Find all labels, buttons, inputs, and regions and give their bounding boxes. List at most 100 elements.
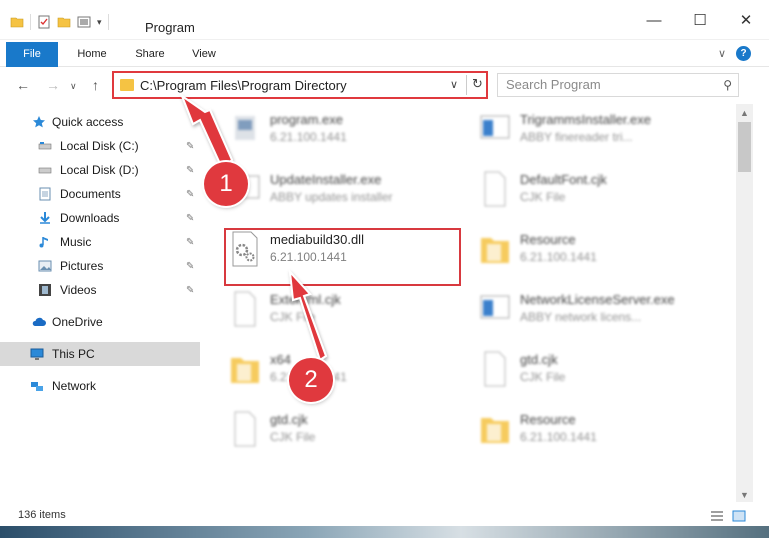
- file-description: 6.21.100.1441: [520, 430, 597, 444]
- sidebar-item-onedrive[interactable]: OneDrive: [0, 310, 200, 334]
- address-dropdown-icon[interactable]: ∨: [450, 78, 458, 91]
- up-arrow-icon[interactable]: ↑: [92, 77, 99, 93]
- highlight-box: [224, 228, 461, 286]
- sidebar-item-label: Local Disk (D:): [60, 163, 139, 177]
- music-icon: [39, 237, 48, 248]
- sidebar-item-label: Downloads: [60, 211, 120, 225]
- sidebar-item-label: Quick access: [52, 115, 124, 129]
- large-icons-view-icon[interactable]: [732, 510, 746, 522]
- pin-icon[interactable]: ✎: [186, 213, 194, 224]
- sidebar-item-label: Local Disk (C:): [60, 139, 139, 153]
- sidebar-item-downloads[interactable]: Downloads ✎: [0, 206, 200, 230]
- toolbar-divider: [107, 14, 109, 30]
- file-item[interactable]: gtd.cjk CJK File: [473, 346, 703, 396]
- sidebar-item-label: Network: [52, 379, 97, 393]
- file-name: gtd.cjk: [270, 412, 308, 427]
- sidebar-item-videos[interactable]: Videos ✎: [0, 278, 200, 302]
- new-folder-icon[interactable]: [57, 15, 71, 29]
- sidebar-item-pictures[interactable]: Pictures ✎: [0, 254, 200, 278]
- tab-view[interactable]: View: [185, 42, 223, 67]
- item-count: 136 items: [18, 509, 66, 521]
- pin-icon[interactable]: ✎: [186, 189, 194, 200]
- file-item[interactable]: NetworkLicenseServer.exe ABBY network li…: [473, 286, 703, 336]
- pin-icon[interactable]: ✎: [186, 261, 194, 272]
- details-view-icon[interactable]: [710, 510, 724, 522]
- customize-toolbar-icon[interactable]: [77, 15, 91, 29]
- folder-icon: [120, 79, 134, 91]
- file-item[interactable]: gtd.cjk CJK File: [223, 406, 453, 456]
- title-bar: ▾ Program — ☐ ✕: [0, 0, 769, 40]
- sidebar-item-network[interactable]: Network: [0, 374, 200, 398]
- sidebar-item-label: Pictures: [60, 259, 104, 273]
- scroll-down-icon[interactable]: ▼: [740, 490, 749, 500]
- window-title: Program: [145, 20, 195, 35]
- address-path[interactable]: C:\Program Files\Program Directory: [140, 78, 347, 93]
- scroll-up-icon[interactable]: ▲: [740, 108, 749, 118]
- file-description: 6.21.100.1441: [520, 250, 597, 264]
- tab-file[interactable]: File: [6, 42, 58, 67]
- file-description: ABBY network licens...: [520, 310, 642, 324]
- documents-icon: [39, 187, 51, 201]
- file-item[interactable]: UpdateInstaller.exe ABBY updates install…: [223, 166, 453, 216]
- file-item[interactable]: program.exe 6.21.100.1441: [223, 106, 453, 156]
- search-input[interactable]: [506, 77, 706, 92]
- file-item[interactable]: DefaultFont.cjk CJK File: [473, 166, 703, 216]
- search-icon[interactable]: ⚲: [723, 78, 732, 92]
- pin-icon[interactable]: ✎: [186, 141, 194, 152]
- step-badge-2: 2: [289, 358, 333, 402]
- file-name: x64: [270, 352, 291, 367]
- file-description: 6.21.100.1441: [270, 130, 347, 144]
- file-name: Resource: [520, 232, 576, 247]
- back-arrow-icon[interactable]: ←: [16, 77, 30, 93]
- sidebar-item-quick-access[interactable]: Quick access: [0, 110, 200, 134]
- pin-icon[interactable]: ✎: [186, 285, 194, 296]
- sidebar-item-documents[interactable]: Documents ✎: [0, 182, 200, 206]
- drive-icon: [38, 167, 52, 174]
- file-item[interactable]: Resource 6.21.100.1441: [473, 226, 703, 276]
- minimize-button[interactable]: —: [631, 6, 677, 34]
- folder-icon[interactable]: [10, 15, 24, 29]
- folder-icon: [231, 358, 259, 383]
- recent-locations-icon[interactable]: ∨: [70, 81, 77, 92]
- file-name: DefaultFont.cjk: [520, 172, 607, 187]
- scroll-thumb[interactable]: [738, 122, 751, 172]
- forward-arrow-icon[interactable]: →: [46, 77, 60, 93]
- search-box[interactable]: ⚲: [497, 73, 739, 97]
- pin-icon[interactable]: ✎: [186, 237, 194, 248]
- window-controls: — ☐ ✕: [631, 6, 769, 34]
- maximize-button[interactable]: ☐: [677, 6, 723, 34]
- cjk-file-icon: [484, 351, 506, 387]
- file-name: Externml.cjk: [270, 292, 341, 307]
- sidebar-item-local-disk-c[interactable]: Local Disk (C:) ✎: [0, 134, 200, 158]
- address-bar[interactable]: C:\Program Files\Program Directory ∨ ↻: [112, 71, 488, 99]
- ribbon-right-controls: ∨ ?: [718, 46, 751, 61]
- file-name: Resource: [520, 412, 576, 427]
- tab-home[interactable]: Home: [70, 42, 114, 67]
- file-item[interactable]: Resource 6.21.100.1441: [473, 406, 703, 456]
- folder-icon: [481, 418, 509, 443]
- refresh-icon[interactable]: ↻: [472, 76, 483, 92]
- properties-icon[interactable]: [37, 15, 51, 29]
- file-item[interactable]: Externml.cjk CJK File: [223, 286, 453, 336]
- file-name: program.exe: [270, 112, 343, 127]
- vertical-scrollbar[interactable]: ▲ ▼: [736, 104, 753, 502]
- computer-icon: [30, 348, 44, 360]
- drive-icon: [38, 142, 52, 150]
- toolbar-dropdown-icon[interactable]: ▾: [97, 17, 102, 28]
- expand-ribbon-icon[interactable]: ∨: [718, 47, 726, 60]
- cjk-file-icon: [484, 171, 506, 207]
- pin-icon[interactable]: ✎: [186, 165, 194, 176]
- videos-icon: [39, 284, 51, 296]
- sidebar-item-local-disk-d[interactable]: Local Disk (D:) ✎: [0, 158, 200, 182]
- sidebar-item-this-pc[interactable]: This PC: [0, 342, 200, 366]
- help-icon[interactable]: ?: [736, 46, 751, 61]
- sidebar-item-label: This PC: [52, 347, 95, 361]
- toolbar-divider: [30, 14, 31, 30]
- tab-share[interactable]: Share: [128, 42, 172, 67]
- close-button[interactable]: ✕: [723, 6, 769, 34]
- file-item[interactable]: TrigrammsInstaller.exe ABBY finereader t…: [473, 106, 703, 156]
- cloud-icon: [32, 317, 46, 326]
- sidebar-item-music[interactable]: Music ✎: [0, 230, 200, 254]
- sidebar-item-label: Music: [60, 235, 92, 249]
- file-item[interactable]: x64 6.21.100.1441: [223, 346, 453, 396]
